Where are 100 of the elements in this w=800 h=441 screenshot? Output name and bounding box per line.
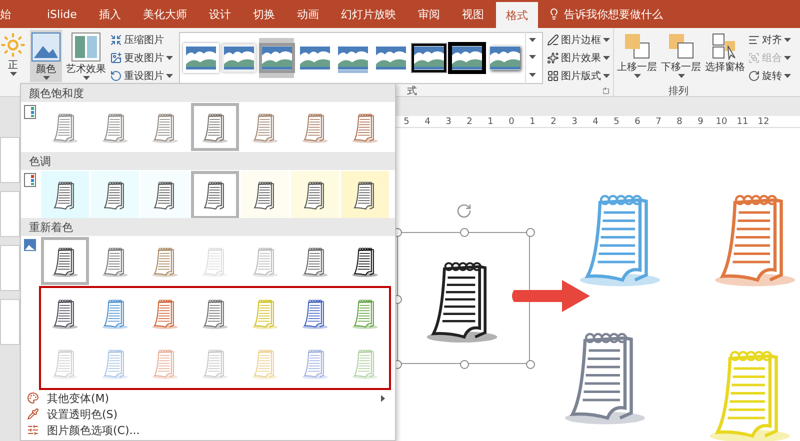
ribbon-tab[interactable]: 视图 <box>452 0 494 28</box>
layers-icon <box>623 32 651 60</box>
ruler-number: 5 <box>612 116 620 127</box>
caret-icon <box>42 76 50 81</box>
color-swatch-icon <box>24 105 36 119</box>
slide-thumbnail[interactable] <box>0 245 20 291</box>
sliders-icon <box>27 424 39 436</box>
caret-icon <box>603 74 610 78</box>
section-header: 颜色饱和度 <box>21 84 395 102</box>
ruler-number: 5 <box>402 116 410 127</box>
ribbon-tab[interactable]: 审阅 <box>408 0 450 28</box>
art-effects-button[interactable]: 艺术效果 <box>65 30 107 82</box>
ribbon-tab[interactable]: 美化大师 <box>132 0 197 28</box>
ruler-number: 2 <box>550 116 558 127</box>
arrange-button[interactable]: 上移一层 <box>616 30 658 82</box>
caret-icon <box>529 38 536 44</box>
caret-icon <box>82 76 90 81</box>
picture-format-button[interactable]: 图片版式 <box>547 68 610 84</box>
caret-icon <box>603 56 610 60</box>
slide-thumbnail[interactable] <box>0 191 20 237</box>
slide-thumbnail[interactable] <box>0 137 20 183</box>
ribbon-tab[interactable]: 设计 <box>198 0 241 28</box>
color-option[interactable] <box>191 103 239 151</box>
color-swatch-icon <box>24 173 36 187</box>
rotate-handle-icon[interactable] <box>456 203 472 219</box>
caret-icon <box>529 72 536 78</box>
art-effects-icon <box>71 32 101 62</box>
arrange-button[interactable]: 下移一层 <box>660 30 702 82</box>
group-label: 式 <box>407 84 417 98</box>
ruler-number: 1 <box>528 116 536 127</box>
picture-format-button[interactable]: 图片边框 <box>547 32 610 48</box>
layers-icon <box>667 32 695 60</box>
corrections-button[interactable]: 正 <box>0 30 27 82</box>
tell-me-field[interactable]: 告诉我你想要做什么 <box>548 0 663 28</box>
color-option[interactable] <box>291 171 339 219</box>
sun-icon <box>0 32 26 58</box>
ruler-number: 10 <box>714 116 728 127</box>
reset-icon <box>110 70 122 82</box>
ruler-number: 8 <box>676 116 684 127</box>
ribbon-tab[interactable]: 动画 <box>286 0 329 28</box>
color-option[interactable] <box>41 237 89 285</box>
arrange-tool-button[interactable]: 旋转 <box>748 68 791 84</box>
slide-thumbnail[interactable] <box>0 299 20 345</box>
ribbon-tab[interactable]: 幻灯片放映 <box>330 0 406 28</box>
color-option[interactable] <box>341 171 389 219</box>
picture-change-icon <box>110 52 122 64</box>
section-header: 色调 <box>21 152 395 170</box>
lightbulb-icon <box>548 8 560 20</box>
ruler-number: 0 <box>508 116 516 127</box>
pen-icon <box>547 34 559 46</box>
color-option[interactable] <box>91 171 139 219</box>
dialog-launcher-icon[interactable] <box>602 87 610 95</box>
ruler-number: 11 <box>736 116 750 127</box>
ruler-number: 1 <box>486 116 494 127</box>
sparkle-icon <box>547 52 559 64</box>
ruler-number: 2 <box>466 116 474 127</box>
ribbon-tab[interactable]: iSlide <box>37 0 87 28</box>
picture-tool-button[interactable]: 重设图片 <box>110 68 173 84</box>
caret-icon <box>678 74 684 79</box>
resize-handle[interactable] <box>460 228 469 237</box>
palette-icon <box>27 392 39 404</box>
arrange-button[interactable]: 选择窗格 <box>704 30 746 82</box>
menu-item[interactable]: 图片颜色选项(C)... <box>21 422 395 438</box>
menu-item[interactable]: 设置透明色(S) <box>21 406 395 422</box>
picture-format-button[interactable]: 图片效果 <box>547 50 610 66</box>
align-icon <box>748 34 760 46</box>
compress-icon <box>110 34 122 46</box>
caret-icon <box>634 74 640 79</box>
caret-icon <box>784 38 791 42</box>
caret-icon <box>381 394 386 402</box>
menu-item[interactable]: 其他变体(M) <box>21 390 395 406</box>
color-option[interactable] <box>191 171 239 219</box>
ribbon-tab[interactable]: 插入 <box>88 0 131 28</box>
color-option[interactable] <box>41 171 89 219</box>
picture-tool-button[interactable]: 更改图片 <box>110 50 173 66</box>
ruler-number: 3 <box>570 116 578 127</box>
caret-icon <box>166 56 173 60</box>
caret-icon <box>10 72 16 77</box>
resize-handle[interactable] <box>526 360 535 369</box>
ribbon-tab[interactable]: 格式 <box>496 2 538 28</box>
ruler-number: 9 <box>696 116 704 127</box>
group-icon <box>748 52 760 64</box>
caret-icon <box>784 56 791 60</box>
picture-tool-button[interactable]: 压缩图片 <box>110 32 173 48</box>
ruler-number: 3 <box>444 116 452 127</box>
color-option[interactable] <box>241 171 289 219</box>
rotate-icon <box>748 70 760 82</box>
resize-handle[interactable] <box>526 228 535 237</box>
ruler-number: 6 <box>634 116 642 127</box>
caret-icon <box>529 55 536 60</box>
color-option[interactable] <box>141 171 189 219</box>
picture-icon <box>31 32 61 62</box>
group-label: 排列 <box>668 84 688 98</box>
ribbon-tab[interactable]: 切换 <box>242 0 285 28</box>
resize-handle[interactable] <box>460 360 469 369</box>
ruler-number: 7 <box>654 116 662 127</box>
ruler-number: 4 <box>424 116 432 127</box>
arrange-tool-button[interactable]: 对齐 <box>748 32 791 48</box>
ribbon-tab[interactable]: 始 <box>0 0 19 28</box>
color-button[interactable]: 颜色 <box>30 30 62 82</box>
